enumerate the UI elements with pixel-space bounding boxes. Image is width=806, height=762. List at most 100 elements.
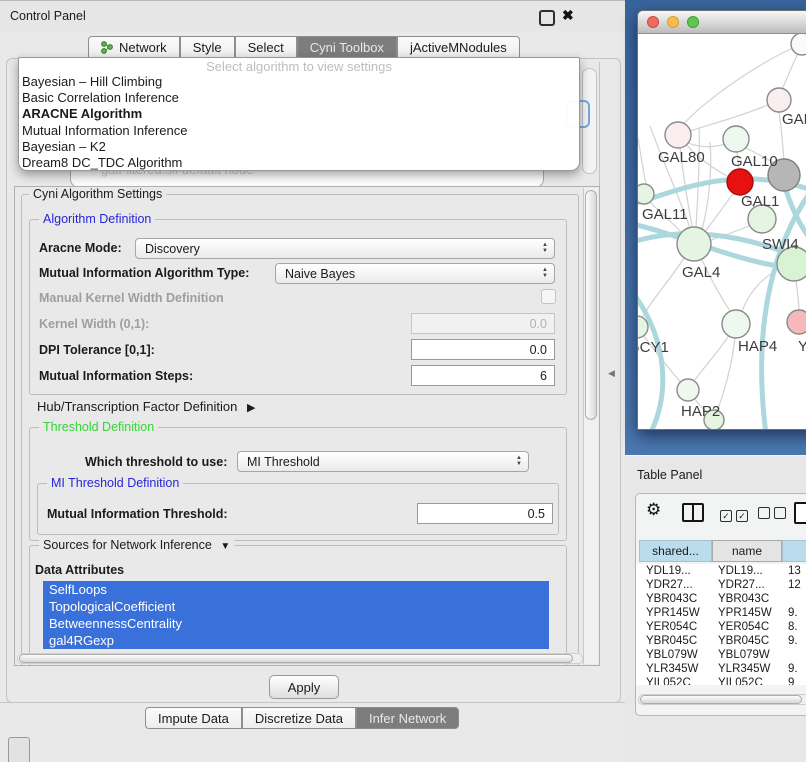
network-edge[interactable] xyxy=(638,138,646,184)
table-row[interactable]: YBL079WYBL079W xyxy=(636,648,806,662)
network-node[interactable] xyxy=(727,169,753,195)
table-horizontal-scrollbar[interactable] xyxy=(638,694,806,705)
table-row[interactable]: YER054CYER054C8. xyxy=(636,620,806,634)
close-traffic-icon[interactable] xyxy=(647,16,659,28)
manual-kernel-checkbox[interactable] xyxy=(541,289,556,304)
mi-type-value: Naive Bayes xyxy=(285,267,355,281)
which-threshold-select[interactable]: MI Threshold ▲▼ xyxy=(237,451,529,472)
settings-vertical-scrollbar[interactable] xyxy=(583,188,598,664)
which-threshold-value: MI Threshold xyxy=(247,455,320,469)
tab-impute-data[interactable]: Impute Data xyxy=(145,707,242,729)
network-node-gal80[interactable] xyxy=(665,122,691,148)
table-cell: YBR045C xyxy=(718,634,769,648)
aracne-mode-value: Discovery xyxy=(145,242,200,256)
mi-type-label: Mutual Information Algorithm Type: xyxy=(39,266,249,281)
float-window-icon[interactable] xyxy=(539,10,555,26)
node-label: GAL4 xyxy=(682,264,720,281)
algorithm-dropdown-popup: Select algorithm to view settings Bayesi… xyxy=(18,57,580,171)
tab-label: Select xyxy=(248,40,284,55)
scrollbar-thumb[interactable] xyxy=(640,695,802,704)
attribute-list-item[interactable]: SelfLoops xyxy=(43,581,549,598)
table-row[interactable]: YPR145WYPR145W9. xyxy=(636,606,806,620)
table-row[interactable]: YBR043CYBR043C xyxy=(636,592,806,606)
hub-definition-toggle[interactable]: Hub/Transcription Factor Definition ▶ xyxy=(37,399,255,414)
network-node-gal10[interactable] xyxy=(723,126,749,152)
minimized-panel-icon[interactable] xyxy=(8,737,30,762)
network-node-y[interactable] xyxy=(787,310,806,334)
network-edge[interactable] xyxy=(696,128,699,227)
network-edge[interactable] xyxy=(642,258,684,318)
network-node-gal11[interactable] xyxy=(638,184,654,204)
checked-box-icon: ✓ xyxy=(720,510,732,522)
algorithm-option[interactable]: ARACNE Algorithm xyxy=(19,106,579,122)
stepper-icon: ▲▼ xyxy=(542,242,548,254)
algorithm-option[interactable]: Dream8 DC_TDC Algorithm xyxy=(19,155,579,171)
network-edge[interactable] xyxy=(694,334,730,381)
table-cell: YIL052C xyxy=(718,676,763,685)
settings-horizontal-scrollbar[interactable] xyxy=(17,653,583,664)
aracne-mode-select[interactable]: Discovery ▲▼ xyxy=(135,238,555,259)
mi-steps-field[interactable]: 6 xyxy=(411,365,555,386)
network-edge[interactable] xyxy=(638,292,663,429)
control-panel-titlebar: Control Panel ✖ xyxy=(0,0,625,31)
table-row[interactable]: YDR27...YDR27...12 xyxy=(636,578,806,592)
table-row[interactable]: YLR345WYLR345W9. xyxy=(636,662,806,676)
gear-icon[interactable]: ⚙ xyxy=(646,500,661,520)
network-node[interactable] xyxy=(791,34,806,55)
mi-type-select[interactable]: Naive Bayes ▲▼ xyxy=(275,263,555,284)
table-row[interactable]: YBR045CYBR045C9. xyxy=(636,634,806,648)
minimize-traffic-icon[interactable] xyxy=(667,16,679,28)
close-icon[interactable]: ✖ xyxy=(562,7,574,24)
network-window-titlebar[interactable] xyxy=(638,11,806,34)
network-node-hap4[interactable] xyxy=(722,310,750,338)
which-threshold-label: Which threshold to use: xyxy=(85,455,227,470)
sources-title[interactable]: Sources for Network Inference ▼ xyxy=(39,538,234,552)
tab-cyni-toolbox[interactable]: Cyni Toolbox xyxy=(297,36,397,58)
table-panel: Table Panel ⚙ ✓✓ shared... name YDL19...… xyxy=(625,455,806,762)
network-node-gal4[interactable] xyxy=(677,227,711,261)
scrollbar-thumb[interactable] xyxy=(585,190,597,420)
stepper-icon: ▲▼ xyxy=(516,455,522,467)
select-all-checks-icon[interactable]: ✓✓ xyxy=(720,506,752,524)
deselect-all-checks-icon[interactable] xyxy=(758,506,790,524)
tab-discretize-data[interactable]: Discretize Data xyxy=(242,707,356,729)
table-row[interactable]: YDL19...YDL19...13 xyxy=(636,564,806,578)
network-edge[interactable] xyxy=(796,281,799,311)
cyni-algorithm-settings-title: Cyni Algorithm Settings xyxy=(29,187,166,201)
scrollbar-thumb[interactable] xyxy=(19,654,573,663)
network-node-hap2[interactable] xyxy=(677,379,699,401)
algorithm-option[interactable]: Mutual Information Inference xyxy=(19,123,579,139)
attribute-list-item[interactable]: gal4RGexp xyxy=(43,632,549,649)
network-node-gal[interactable] xyxy=(767,88,791,112)
bottom-divider xyxy=(0,702,625,703)
attribute-list-item[interactable]: BetweennessCentrality xyxy=(43,615,549,632)
threshold-definition-title: Threshold Definition xyxy=(39,420,158,434)
apply-button[interactable]: Apply xyxy=(269,675,339,699)
network-edge[interactable] xyxy=(742,267,784,311)
column-header-extra[interactable] xyxy=(782,540,806,562)
tab-network[interactable]: Network xyxy=(88,36,180,58)
network-view-window: GALGAL80GAL10GAL1GAL11SWI4GAL4GCY1HAP4YH… xyxy=(637,10,806,430)
mi-threshold-field[interactable]: 0.5 xyxy=(417,503,553,524)
table-row[interactable]: YIL052CYIL052C9 xyxy=(636,676,806,685)
column-header-name[interactable]: name xyxy=(712,540,782,562)
network-canvas[interactable]: GALGAL80GAL10GAL1GAL11SWI4GAL4GCY1HAP4YH… xyxy=(638,34,806,429)
dpi-tolerance-field[interactable]: 0.0 xyxy=(411,339,555,360)
tab-infer-network[interactable]: Infer Network xyxy=(356,707,459,729)
splitter-left-icon[interactable]: ◀ xyxy=(608,368,615,379)
algorithm-option[interactable]: Basic Correlation Inference xyxy=(19,90,579,106)
algorithm-option[interactable]: Bayesian – Hill Climbing xyxy=(19,74,579,90)
zoom-traffic-icon[interactable] xyxy=(687,16,699,28)
new-table-icon[interactable] xyxy=(794,502,806,524)
tab-style[interactable]: Style xyxy=(180,36,235,58)
table-frame: ⚙ ✓✓ shared... name YDL19...YDL19...13YD… xyxy=(635,493,806,716)
column-header-shared[interactable]: shared... xyxy=(639,540,712,562)
kernel-width-field[interactable]: 0.0 xyxy=(411,313,555,334)
network-edge[interactable] xyxy=(702,191,735,236)
tab-label: Infer Network xyxy=(369,711,446,726)
algorithm-option[interactable]: Bayesian – K2 xyxy=(19,139,579,155)
columns-icon[interactable] xyxy=(682,503,704,522)
tab-jactivemnodules[interactable]: jActiveMNodules xyxy=(397,36,520,58)
attribute-list-item[interactable]: TopologicalCoefficient xyxy=(43,598,549,615)
tab-select[interactable]: Select xyxy=(235,36,297,58)
